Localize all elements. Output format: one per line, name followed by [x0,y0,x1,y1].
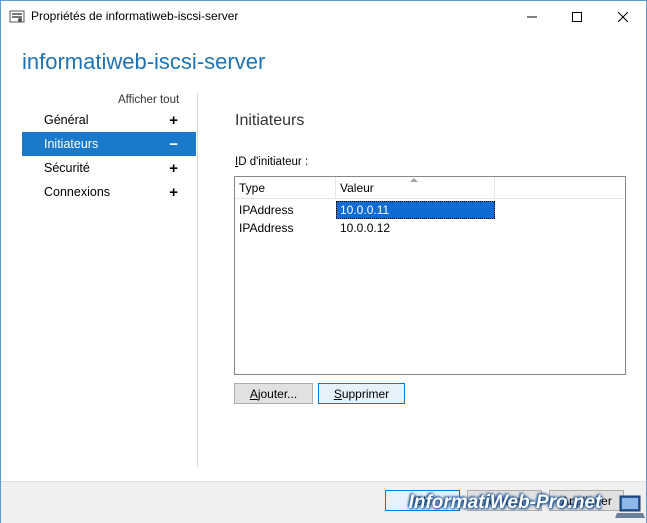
sidebar-item-label: Général [44,113,89,127]
remove-button[interactable]: Supprimer [318,383,405,404]
ok-button[interactable]: OK [385,490,460,511]
list-row[interactable]: IPAddress 10.0.0.12 [235,219,625,237]
sidebar-divider [197,93,198,467]
accelerator-key: A [249,386,258,401]
column-header-type[interactable]: Type [235,177,336,199]
expand-icon: + [169,111,178,129]
cell-type: IPAddress [235,201,336,219]
sidebar-item-label: Sécurité [44,161,90,175]
section-title: Initiateurs [235,112,305,129]
sidebar-item-general[interactable]: Général + [22,108,196,132]
sidebar-item-initiators[interactable]: Initiateurs − [22,132,196,156]
sort-ascending-icon [410,178,418,182]
server-properties-icon [9,10,25,23]
maximize-icon [572,11,582,22]
window-title: Propriétés de informatiweb-iscsi-server [31,9,239,23]
expand-icon: + [169,159,178,177]
add-button[interactable]: Ajouter... [234,383,313,404]
cancel-button[interactable]: Annuler [467,490,542,511]
initiator-id-label: ID d'initiateur : [235,156,308,168]
watermark-laptop-icon [615,495,645,518]
minimize-button[interactable] [509,1,555,32]
close-icon [618,11,628,22]
button-label: jouter... [257,386,298,401]
minimize-icon [527,16,537,17]
page-title: informatiweb-iscsi-server [22,49,266,74]
maximize-button[interactable] [554,1,600,32]
apply-button[interactable]: Appliquer [549,490,624,511]
show-all-link[interactable]: Afficher tout [118,94,179,106]
expand-icon: + [169,183,178,201]
sidebar-item-label: Connexions [44,185,111,199]
cell-type: IPAddress [239,221,294,235]
properties-dialog: Propriétés de informatiweb-iscsi-server … [0,0,647,523]
list-row[interactable]: IPAddress 10.0.0.11 [235,201,625,219]
close-button[interactable] [600,1,646,32]
list-header: Type Valeur [235,177,625,199]
sidebar-item-security[interactable]: Sécurité + [22,156,196,180]
collapse-icon: − [169,135,178,153]
title-bar[interactable]: Propriétés de informatiweb-iscsi-server [1,1,646,32]
cell-value: 10.0.0.11 [336,201,495,219]
label-text: D d'initiateur : [238,156,309,168]
sidebar-item-connections[interactable]: Connexions + [22,180,196,204]
accelerator-key: S [333,386,342,401]
button-label: upprimer [341,386,390,401]
sidebar-item-label: Initiateurs [44,137,99,151]
cell-value: 10.0.0.12 [340,221,391,235]
initiator-list[interactable]: Type Valeur IPAddress 10.0.0.11 IPAddres… [234,176,626,375]
